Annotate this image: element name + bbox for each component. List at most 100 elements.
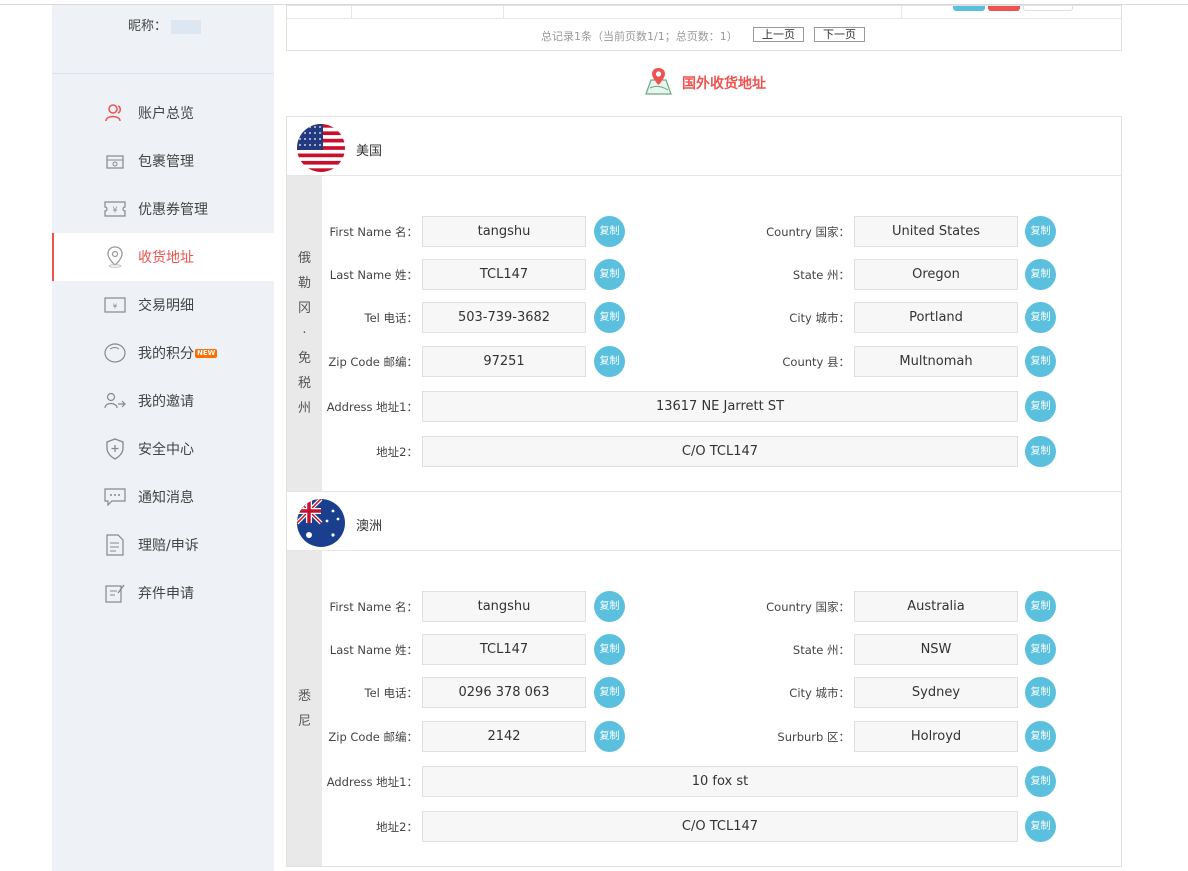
label-country: Country 国家： [766,225,850,239]
prev-page-button[interactable]: 上一页 [753,27,804,42]
edit-button-remnant[interactable] [953,6,985,11]
field-last-name[interactable]: TCL147 [422,259,586,290]
copy-button-country[interactable]: 复制 [1025,591,1056,622]
copy-button-last-name[interactable]: 复制 [594,634,625,665]
field-zip[interactable]: 2142 [422,721,586,752]
message-icon [104,486,126,508]
label-address1: Address 地址1： [326,775,418,789]
sidebar-item-0[interactable]: 账户总览 [52,89,274,137]
country-name: 美国 [356,144,383,159]
copy-button-address1[interactable]: 复制 [1025,766,1056,797]
sidebar-item-1[interactable]: 包裹管理 [52,137,274,185]
field-first-name[interactable]: tangshu [422,591,586,622]
region-char: 勒 [297,276,311,291]
label-address2: 地址2： [376,820,418,834]
section-title-text: 国外收货地址 [682,75,766,92]
invite-icon [104,390,126,412]
region-char: 俄 [297,251,311,266]
field-state[interactable]: NSW [854,634,1018,665]
label-state: State 州： [792,643,850,657]
label-tel: Tel 电话： [364,311,419,325]
address-block: 美国俄勒冈 · 免税州 First Name 名： tangshu 复制 Last Name… [286,116,1122,492]
copy-button-first-name[interactable]: 复制 [594,216,625,247]
copy-button-address2[interactable]: 复制 [1025,436,1056,467]
field-address2[interactable]: C/O TCL147 [422,436,1018,467]
next-page-button[interactable]: 下一页 [814,27,865,42]
region-char: 悉 [297,688,311,704]
sidebar-item-5[interactable]: 我的积分 NEW [52,329,274,377]
sidebar-item-6[interactable]: 我的邀请 [52,377,274,425]
label-city: City 城市： [789,311,850,325]
field-first-name[interactable]: tangshu [422,216,586,247]
sidebar-item-4[interactable]: ¥ 交易明细 [52,281,274,329]
copy-button-extra[interactable]: 复制 [1025,721,1056,752]
copy-button-city[interactable]: 复制 [1025,677,1056,708]
field-country[interactable]: United States [854,216,1018,247]
field-city[interactable]: Sydney [854,677,1018,708]
address-block: 澳洲悉尼 First Name 名： tangshu 复制 Last Name 姓： TC… [286,491,1122,867]
us-flag-icon [297,124,345,172]
field-tel[interactable]: 0296 378 063 [422,677,586,708]
label-address1: Address 地址1： [326,400,418,414]
sidebar-item-label: 安全中心 [138,442,194,458]
sidebar-item-8[interactable]: 通知消息 [52,473,274,521]
copy-button-state[interactable]: 复制 [1025,259,1056,290]
sidebar-item-label: 弃件申请 [138,586,194,602]
copy-button-state[interactable]: 复制 [1025,634,1056,665]
copy-button-city[interactable]: 复制 [1025,302,1056,333]
sidebar-item-label: 通知消息 [138,490,194,506]
copy-button-tel[interactable]: 复制 [594,302,625,333]
label-address2: 地址2： [376,445,418,459]
sidebar-item-9[interactable]: 理赔/申诉 [52,521,274,569]
delete-button-remnant[interactable] [988,6,1020,11]
svg-text:¥: ¥ [112,206,117,215]
copy-button-country[interactable]: 复制 [1025,216,1056,247]
region-char: 税 [297,376,311,391]
country-header: 美国 [287,117,1121,176]
label-extra: Surburb 区： [777,730,850,744]
region-char: 冈 [297,301,311,316]
copy-button-last-name[interactable]: 复制 [594,259,625,290]
sidebar-item-label: 收货地址 [138,250,194,266]
label-city: City 城市： [789,686,850,700]
label-last-name: Last Name 姓： [329,643,418,657]
sidebar-item-label: 包裹管理 [138,154,194,170]
copy-button-first-name[interactable]: 复制 [594,591,625,622]
field-country[interactable]: Australia [854,591,1018,622]
claim-icon [104,534,126,556]
label-zip: Zip Code 邮编： [328,355,418,369]
field-extra[interactable]: Multnomah [854,346,1018,377]
copy-button-address1[interactable]: 复制 [1025,391,1056,422]
field-city[interactable]: Portland [854,302,1018,333]
field-address2[interactable]: C/O TCL147 [422,811,1018,842]
sidebar-item-3[interactable]: 收货地址 [52,233,274,281]
copy-button-zip[interactable]: 复制 [594,346,625,377]
field-address1[interactable]: 13617 NE Jarrett ST [422,391,1018,422]
field-last-name[interactable]: TCL147 [422,634,586,665]
copy-button-zip[interactable]: 复制 [594,721,625,752]
user-icon [104,102,126,124]
sidebar-item-10[interactable]: 弃件申请 [52,569,274,617]
field-address1[interactable]: 10 fox st [422,766,1018,797]
sidebar-item-7[interactable]: 安全中心 [52,425,274,473]
country-header: 澳洲 [287,492,1121,551]
sidebar-item-label: 理赔/申诉 [138,538,199,554]
section-title: 国外收货地址 [643,66,766,99]
sidebar-divider [52,73,274,74]
field-tel[interactable]: 503-739-3682 [422,302,586,333]
copy-button-tel[interactable]: 复制 [594,677,625,708]
sidebar-item-2[interactable]: ¥ 优惠券管理 [52,185,274,233]
label-last-name: Last Name 姓： [329,268,418,282]
sidebar-item-label: 我的积分 [138,346,194,362]
sidebar-nav: 账户总览 包裹管理 ¥ 优惠券管理 收货地址 ¥ 交易明细 我的积分 NEW 我的邀请 安全中心 通知… [52,89,274,617]
copy-button-extra[interactable]: 复制 [1025,346,1056,377]
region-char: 州 [297,401,311,416]
field-extra[interactable]: Holroyd [854,721,1018,752]
label-extra: County 县： [782,355,850,369]
copy-button-address2[interactable]: 复制 [1025,811,1056,842]
field-state[interactable]: Oregon [854,259,1018,290]
new-badge: NEW [195,348,218,358]
label-first-name: First Name 名： [329,600,418,614]
action-button-remnant[interactable] [1023,6,1073,11]
field-zip[interactable]: 97251 [422,346,586,377]
